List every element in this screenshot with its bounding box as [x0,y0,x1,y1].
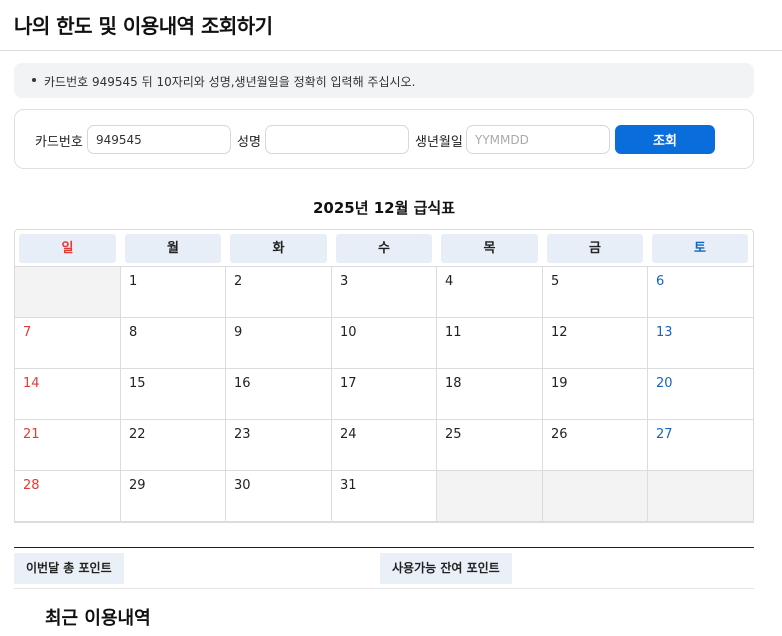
calendar-day-cell[interactable]: 13 [648,318,753,369]
weekday-sun: 일 [19,234,116,263]
weekday-mon: 월 [125,234,221,263]
available-points-label: 사용가능 잔여 포인트 [380,553,512,584]
day-number: 22 [129,427,146,442]
month-total-points-label: 이번달 총 포인트 [14,553,124,584]
notice-box: 카드번호 949545 뒤 10자리와 성명,생년월일을 정확히 입력해 주십시… [14,63,754,98]
notice-text: 카드번호 949545 뒤 10자리와 성명,생년월일을 정확히 입력해 주십시… [44,75,416,89]
day-number: 10 [340,325,357,340]
day-number: 12 [551,325,568,340]
birthdate-input[interactable] [466,125,610,154]
calendar-day-cell[interactable]: 6 [648,267,753,318]
weekday-fri: 금 [547,234,643,263]
calendar-day-cell[interactable]: 4 [437,267,543,318]
calendar-day-cell[interactable]: 1 [121,267,226,318]
calendar-day-cell[interactable]: 23 [226,420,332,471]
day-number: 19 [551,376,568,391]
weekday-wed: 수 [336,234,432,263]
day-number: 31 [340,478,357,493]
calendar-day-cell[interactable]: 7 [15,318,121,369]
bullet-icon [32,78,36,82]
day-number: 7 [23,325,32,340]
day-number: 6 [656,274,665,289]
day-number: 9 [234,325,243,340]
calendar-day-cell[interactable]: 12 [543,318,648,369]
calendar-day-cell[interactable]: 2 [226,267,332,318]
day-number: 23 [234,427,251,442]
calendar-day-cell[interactable]: 24 [332,420,437,471]
calendar-day-cell[interactable]: 21 [15,420,121,471]
day-number: 13 [656,325,673,340]
calendar-day-cell[interactable]: 27 [648,420,753,471]
calendar-day-cell[interactable]: 3 [332,267,437,318]
day-number: 15 [129,376,146,391]
search-button[interactable]: 조회 [615,125,715,154]
day-number: 4 [445,274,454,289]
day-number: 17 [340,376,357,391]
weekday-tue: 화 [230,234,327,263]
calendar-day-cell[interactable]: 17 [332,369,437,420]
day-number: 26 [551,427,568,442]
weekday-thu: 목 [441,234,538,263]
name-input[interactable] [265,125,409,154]
calendar-day-cell[interactable]: 22 [121,420,226,471]
calendar-day-cell[interactable]: 5 [543,267,648,318]
recent-usage-heading: 최근 이용내역 [45,608,151,629]
calendar-day-cell[interactable]: 8 [121,318,226,369]
day-number: 30 [234,478,251,493]
calendar-title: 2025년 12월 급식표 [312,199,456,217]
calendar-day-cell[interactable]: 15 [121,369,226,420]
day-number: 2 [234,274,243,289]
meal-calendar: 일월화수목금토 1 2 3 4 5 6 7 8 9 10 11 12 13 14 15 16 17 18 19 20 2… [14,229,754,523]
day-number: 21 [23,427,40,442]
calendar-empty-cell [648,471,753,522]
birthdate-label: 생년월일 [415,135,463,150]
points-section: 이번달 총 포인트 사용가능 잔여 포인트 [14,547,754,589]
calendar-day-cell[interactable]: 10 [332,318,437,369]
calendar-day-cell[interactable]: 14 [15,369,121,420]
name-label: 성명 [237,135,261,150]
day-number: 5 [551,274,560,289]
calendar-day-cell[interactable]: 30 [226,471,332,522]
page-header: 나의 한도 및 이용내역 조회하기 [0,0,782,51]
calendar-day-cell[interactable]: 20 [648,369,753,420]
calendar-day-cell[interactable]: 29 [121,471,226,522]
calendar-day-cell[interactable]: 19 [543,369,648,420]
page-title: 나의 한도 및 이용내역 조회하기 [14,14,273,38]
calendar-day-cell[interactable]: 31 [332,471,437,522]
calendar-empty-cell [437,471,543,522]
day-number: 25 [445,427,462,442]
weekday-sat: 토 [652,234,748,263]
calendar-empty-cell [15,267,121,318]
day-number: 1 [129,274,138,289]
day-number: 16 [234,376,251,391]
day-number: 28 [23,478,40,493]
day-number: 27 [656,427,673,442]
day-number: 20 [656,376,673,391]
card-number-label: 카드번호 [35,135,83,150]
day-number: 14 [23,376,40,391]
calendar-day-cell[interactable]: 9 [226,318,332,369]
day-number: 24 [340,427,357,442]
calendar-day-cell[interactable]: 11 [437,318,543,369]
calendar-day-cell[interactable]: 26 [543,420,648,471]
search-form: 카드번호 성명 생년월일 조회 [14,109,754,169]
card-number-input[interactable] [87,125,231,154]
day-number: 8 [129,325,138,340]
day-number: 29 [129,478,146,493]
day-number: 3 [340,274,349,289]
calendar-day-cell[interactable]: 25 [437,420,543,471]
calendar-empty-cell [543,471,648,522]
calendar-day-cell[interactable]: 18 [437,369,543,420]
day-number: 18 [445,376,462,391]
day-number: 11 [445,325,462,340]
weekday-header-row: 일월화수목금토 [15,230,753,267]
calendar-day-cell[interactable]: 16 [226,369,332,420]
calendar-day-cell[interactable]: 28 [15,471,121,522]
